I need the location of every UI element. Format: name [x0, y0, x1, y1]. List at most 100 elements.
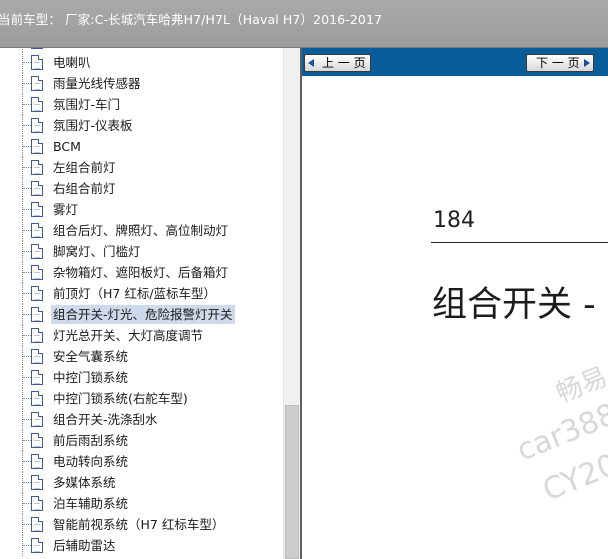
tree-item[interactable]: 组合开关-灯光、危险报警灯开关	[0, 304, 283, 325]
tree-item[interactable]: 组合开关-洗涤刮水	[0, 409, 283, 430]
tree-branch-connector	[23, 545, 31, 546]
tree-branch-connector	[23, 251, 31, 252]
tree-item[interactable]: 后辅助雷达	[0, 535, 283, 556]
tree-item[interactable]: 氛围灯-仪表板	[0, 115, 283, 136]
tree-item-label: 前后雨刮系统	[53, 433, 129, 448]
tree-item-label: 左组合前灯	[53, 160, 116, 175]
tree-branch-connector	[23, 209, 31, 210]
document-icon	[31, 370, 43, 385]
tree-branch-connector	[23, 125, 31, 126]
document-icon	[31, 223, 43, 238]
tree-item[interactable]: 组合后灯、牌照灯、高位制动灯	[0, 220, 283, 241]
document-icon	[31, 139, 43, 154]
tree-item[interactable]: 电喇叭	[0, 52, 283, 73]
tree-item[interactable]: 右组合前灯	[0, 178, 283, 199]
document-icon	[31, 181, 43, 196]
tree-branch-connector	[23, 461, 31, 462]
tree-item[interactable]: 前后雨刮系统	[0, 430, 283, 451]
tree-item[interactable]: 雨量光线传感器	[0, 73, 283, 94]
tree-item[interactable]: BCM	[0, 136, 283, 157]
page-number: 184	[433, 208, 475, 233]
tree-item-label: 氛围灯-车门	[53, 97, 121, 112]
document-icon	[31, 496, 43, 511]
tree-item-label: 右组合前灯	[53, 181, 116, 196]
tree-item-label: 安全气囊系统	[53, 349, 129, 364]
tree-item[interactable]: 前顶灯（H7 红标/蓝标车型）	[0, 283, 283, 304]
tree-item[interactable]: 智能前视系统（H7 红标车型）	[0, 514, 283, 535]
document-icon	[31, 97, 43, 112]
tree-item-label: 前顶灯（H7 红标/蓝标车型）	[53, 286, 217, 301]
tree-item[interactable]: 中控门锁系统	[0, 367, 283, 388]
tree-branch-connector	[23, 83, 31, 84]
document-icon	[31, 160, 43, 175]
tree-branch-connector	[23, 62, 31, 63]
document-icon	[31, 433, 43, 448]
tree-item-label: 中控门锁系统(右舵车型)	[53, 391, 188, 406]
tree-branch-connector	[23, 104, 31, 105]
section-heading: 组合开关 -	[432, 285, 596, 325]
tree-item-label: 雾灯	[53, 202, 79, 217]
tree-item[interactable]: 多媒体系统	[0, 472, 283, 493]
previous-page-button[interactable]: 上 一 页	[304, 54, 371, 72]
tree-item-label: 灯光总开关、大灯高度调节	[53, 328, 204, 343]
document-icon	[31, 475, 43, 490]
document-icon	[31, 391, 43, 406]
document-icon	[31, 412, 43, 427]
next-page-button[interactable]: 下 一 页	[526, 54, 594, 72]
document-page: 184 组合开关 - 畅易 car388. CY20	[302, 76, 608, 559]
tree-branch-connector	[23, 230, 31, 231]
tree-item-label: 杂物箱灯、遮阳板灯、后备箱灯	[53, 265, 229, 280]
tree-item[interactable]: 左组合前灯	[0, 157, 283, 178]
tree-branch-connector	[23, 440, 31, 441]
tree-branch-connector	[23, 503, 31, 504]
tree-item[interactable]: 电动转向系统	[0, 451, 283, 472]
tree-item-label: 脚窝灯、门槛灯	[53, 244, 141, 259]
page-header-rule	[431, 242, 608, 243]
tree-item-label: 后辅助雷达	[53, 538, 116, 553]
document-icon	[31, 265, 43, 280]
tree-item[interactable]: 杂物箱灯、遮阳板灯、后备箱灯	[0, 262, 283, 283]
tree-item[interactable]: 中控门锁系统(右舵车型)	[0, 388, 283, 409]
tree-item-label: 多媒体系统	[53, 475, 116, 490]
title-bar: 当前车型： 厂家:C-长城汽车哈弗H7/H7L（Haval H7）2016-20…	[0, 0, 608, 48]
document-icon	[31, 76, 43, 91]
tree-item-label: 中控门锁系统	[53, 370, 129, 385]
arrow-left-icon	[308, 59, 314, 67]
document-icon	[31, 454, 43, 469]
document-icon	[31, 349, 43, 364]
tree-item-label: 雨量光线传感器	[53, 76, 141, 91]
document-icon	[31, 517, 43, 532]
tree-branch-connector	[23, 146, 31, 147]
tree-item-label: BCM	[53, 139, 81, 154]
tree-item-label: 氛围灯-仪表板	[53, 118, 133, 133]
topic-tree[interactable]: 电喇叭雨量光线传感器 氛围灯-车门 氛围灯-仪表板 BCM 左组合前灯右组合前灯雾灯组合…	[0, 48, 283, 559]
tree-branch-connector	[23, 419, 31, 420]
tree-item-label: 组合后灯、牌照灯、高位制动灯	[53, 223, 229, 238]
scrollbar-thumb[interactable]	[285, 405, 299, 559]
tree-item[interactable]: 泊车辅助系统	[0, 493, 283, 514]
tree-vertical-scrollbar[interactable]	[283, 48, 300, 559]
tree-branch-connector	[23, 482, 31, 483]
tree-branch-connector	[23, 377, 31, 378]
tree-branch-connector	[23, 524, 31, 525]
tree-item[interactable]: 安全气囊系统	[0, 346, 283, 367]
arrow-right-icon	[584, 59, 590, 67]
tree-item[interactable]: 氛围灯-车门	[0, 94, 283, 115]
tree-item[interactable]: 脚窝灯、门槛灯	[0, 241, 283, 262]
tree-item-label: 组合开关-灯光、危险报警灯开关	[51, 305, 235, 324]
tree-branch-connector	[23, 335, 31, 336]
viewer-toolbar: 上 一 页 下 一 页	[302, 48, 608, 76]
tree-branch-connector	[23, 188, 31, 189]
document-icon	[31, 538, 43, 553]
previous-page-label: 上 一 页	[322, 56, 366, 70]
next-page-label: 下 一 页	[536, 56, 580, 70]
tree-item-label: 组合开关-洗涤刮水	[53, 412, 158, 427]
document-icon	[31, 307, 43, 322]
tree-item[interactable]: 雾灯	[0, 199, 283, 220]
tree-branch-connector	[23, 398, 31, 399]
tree-branch-connector	[23, 293, 31, 294]
tree-branch-connector	[23, 272, 31, 273]
document-icon	[31, 286, 43, 301]
document-icon	[31, 244, 43, 259]
tree-item[interactable]: 灯光总开关、大灯高度调节	[0, 325, 283, 346]
